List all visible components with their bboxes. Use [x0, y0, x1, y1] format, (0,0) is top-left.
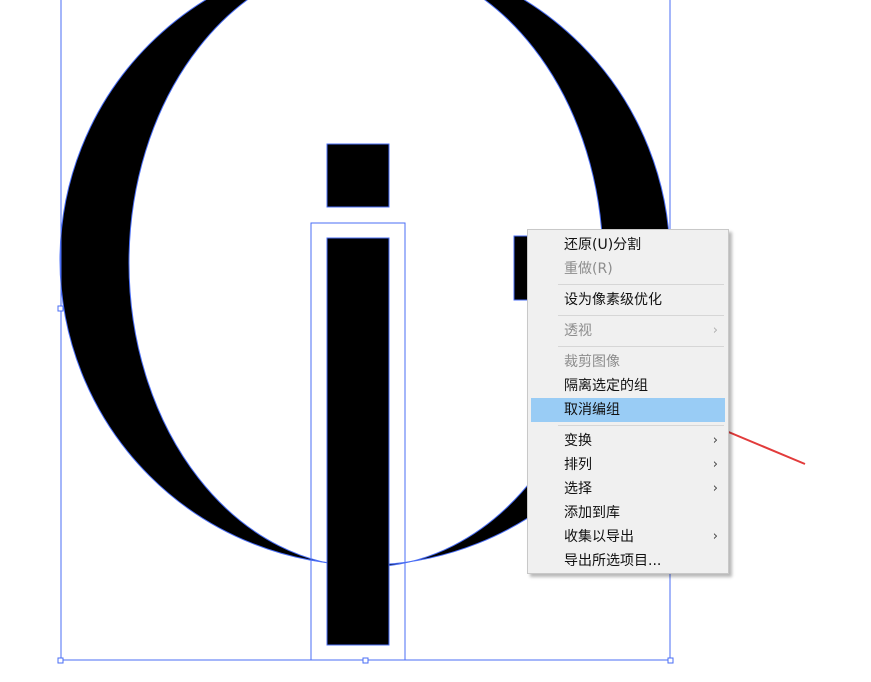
menu-item-label: 变换: [564, 433, 592, 449]
menu-item-label: 裁剪图像: [564, 354, 620, 370]
menu-item-label: 还原(U)分割: [564, 237, 642, 253]
menu-item-label: 添加到库: [564, 505, 620, 521]
menu-item[interactable]: 设为像素级优化: [528, 288, 728, 312]
menu-item-label: 重做(R): [564, 261, 613, 277]
menu-item[interactable]: 导出所选项目...: [528, 549, 728, 573]
chevron-right-icon: ›: [712, 529, 718, 544]
menu-item[interactable]: 添加到库: [528, 501, 728, 525]
menu-item-label: 收集以导出: [564, 529, 634, 545]
menu-item[interactable]: 变换 ›: [528, 429, 728, 453]
chevron-right-icon: ›: [712, 433, 718, 448]
menu-separator: [558, 284, 724, 285]
i-stem-shape[interactable]: [326, 237, 390, 646]
menu-item-label: 透视: [564, 323, 592, 339]
menu-item: 重做(R): [528, 257, 728, 281]
menu-item-label: 隔离选定的组: [564, 378, 648, 394]
menu-item-label: 导出所选项目...: [564, 553, 662, 569]
menu-item[interactable]: 选择 ›: [528, 477, 728, 501]
menu-item-label: 选择: [564, 481, 592, 497]
chevron-right-icon: ›: [712, 457, 718, 472]
menu-item[interactable]: 收集以导出 ›: [528, 525, 728, 549]
menu-separator: [558, 315, 724, 316]
bbox-handle-bottom-right[interactable]: [667, 657, 674, 664]
ring-fragment[interactable]: [513, 235, 529, 301]
bbox-handle-bottom-mid[interactable]: [362, 657, 369, 664]
menu-item[interactable]: 隔离选定的组: [528, 374, 728, 398]
context-menu[interactable]: 还原(U)分割 重做(R) 设为像素级优化 透视 › 裁剪图像 隔离选定的组 取消编组 变换 › 排…: [527, 229, 729, 574]
bbox-handle-left-mid[interactable]: [57, 305, 64, 312]
chevron-right-icon: ›: [712, 481, 718, 496]
menu-item-label: 排列: [564, 457, 592, 473]
illustrator-canvas[interactable]: 还原(U)分割 重做(R) 设为像素级优化 透视 › 裁剪图像 隔离选定的组 取消编组 变换 › 排…: [0, 0, 871, 682]
menu-item-label: 取消编组: [564, 402, 620, 418]
chevron-right-icon: ›: [712, 323, 718, 338]
menu-separator: [558, 346, 724, 347]
menu-separator: [558, 425, 724, 426]
menu-item-label: 设为像素级优化: [564, 292, 662, 308]
i-dot-shape[interactable]: [326, 143, 390, 208]
menu-item: 裁剪图像: [528, 350, 728, 374]
menu-item: 透视 ›: [528, 319, 728, 343]
menu-item[interactable]: 还原(U)分割: [528, 233, 728, 257]
artboard[interactable]: [0, 0, 871, 682]
menu-item[interactable]: 排列 ›: [528, 453, 728, 477]
menu-item[interactable]: 取消编组: [531, 398, 725, 422]
bbox-handle-bottom-left[interactable]: [57, 657, 64, 664]
